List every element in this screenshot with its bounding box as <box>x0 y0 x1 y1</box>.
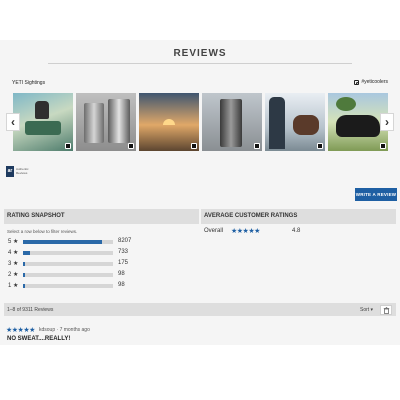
rating-row-5[interactable]: 5 ★ 8207 <box>8 238 132 246</box>
photo-subject <box>84 103 104 143</box>
gallery-photo[interactable] <box>202 93 262 151</box>
reviews-panel <box>0 40 400 345</box>
gallery-photo[interactable] <box>139 93 199 151</box>
rating-bar-fill <box>23 273 25 277</box>
photo-subject <box>220 99 242 147</box>
review-count-text: 1–8 of 9311 Reviews <box>7 306 54 313</box>
average-ratings-title: AVERAGE CUSTOMER RATINGS <box>204 213 298 219</box>
chevron-left-icon: ‹ <box>11 115 15 129</box>
photo-scene <box>336 97 356 111</box>
instagram-icon <box>254 143 260 149</box>
write-review-button[interactable]: WRITE A REVIEW <box>355 188 397 201</box>
rating-bar-fill <box>23 240 103 244</box>
review-list-toolbar: 1–8 of 9311 Reviews Sort ▾ <box>4 303 396 316</box>
instagram-icon <box>354 79 360 85</box>
rating-snapshot-header: RATING SNAPSHOT <box>4 209 199 224</box>
rating-bar-fill <box>23 262 25 266</box>
rating-row-count: 98 <box>118 271 125 277</box>
clear-filters-button[interactable] <box>380 304 392 315</box>
trash-icon <box>383 306 390 314</box>
photo-scene <box>25 121 61 135</box>
rating-snapshot-title: RATING SNAPSHOT <box>7 213 65 219</box>
overall-stars-icon: ★★★★★ <box>231 228 260 235</box>
rating-bar-track <box>23 251 113 255</box>
rating-row-stars: 2 ★ <box>8 272 19 278</box>
rating-row-stars: 3 ★ <box>8 261 19 267</box>
instagram-handle-text: #yeticoolers <box>361 79 388 85</box>
rating-row-count: 98 <box>118 282 125 288</box>
reviews-heading: REVIEWS <box>173 48 227 59</box>
rating-bar-fill <box>23 284 25 288</box>
photo-subject <box>269 97 285 149</box>
gallery-photo[interactable] <box>265 93 325 151</box>
overall-label: Overall <box>204 228 224 234</box>
chevron-right-icon: › <box>385 115 389 129</box>
photo-subject <box>336 115 380 137</box>
photo-subject <box>293 115 319 135</box>
rating-row-3[interactable]: 3 ★ 175 <box>8 260 128 268</box>
instagram-icon <box>65 143 71 149</box>
rating-row-1[interactable]: 1 ★ 98 <box>8 282 128 290</box>
instagram-icon <box>128 143 134 149</box>
gallery-prev-button[interactable]: ‹ <box>6 113 20 131</box>
rating-bar-track <box>23 273 113 277</box>
instagram-icon <box>317 143 323 149</box>
rating-row-count: 8207 <box>118 238 132 244</box>
rating-row-stars: 1 ★ <box>8 283 19 289</box>
rating-bar-track <box>23 240 113 244</box>
sort-dropdown[interactable]: Sort ▾ <box>360 307 373 313</box>
instagram-icon <box>191 143 197 149</box>
gallery-photo[interactable] <box>328 93 388 151</box>
instagram-handle[interactable]: #yeticoolers <box>354 79 388 85</box>
photo-subject <box>108 99 130 143</box>
rating-row-stars: 5 ★ <box>8 239 19 245</box>
rating-row-4[interactable]: 4 ★ 733 <box>8 249 128 257</box>
photo-subject <box>163 119 175 125</box>
rating-bar-fill <box>23 251 31 255</box>
review-meta: kdsoup · 7 months ago <box>39 327 90 333</box>
rating-row-count: 175 <box>118 260 129 266</box>
authentic-reviews-badge: ar Authentic Reviews <box>6 166 32 177</box>
review-title: NO SWEAT....REALLY! <box>7 336 71 342</box>
review-stars-icon: ★★★★★ <box>6 327 35 334</box>
gallery-photo[interactable] <box>13 93 73 151</box>
photo-subject <box>35 101 49 119</box>
rating-row-count: 733 <box>118 249 129 255</box>
rating-row-stars: 4 ★ <box>8 250 19 256</box>
photo-gallery <box>11 93 389 151</box>
rating-bar-track <box>23 284 113 288</box>
authentic-reviews-text: Authentic Reviews <box>16 167 29 175</box>
authentic-reviews-logo: ar <box>6 166 14 177</box>
rating-bar-track <box>23 262 113 266</box>
instagram-icon <box>380 143 386 149</box>
filter-hint: Select a row below to filter reviews. <box>7 229 78 234</box>
gallery-next-button[interactable]: › <box>380 113 394 131</box>
overall-rating-value: 4.8 <box>292 228 301 234</box>
gallery-photo[interactable] <box>76 93 136 151</box>
heading-divider <box>48 63 352 64</box>
gallery-label: YETI Sightings <box>12 80 46 86</box>
average-ratings-header: AVERAGE CUSTOMER RATINGS <box>201 209 396 224</box>
rating-row-2[interactable]: 2 ★ 98 <box>8 271 128 279</box>
